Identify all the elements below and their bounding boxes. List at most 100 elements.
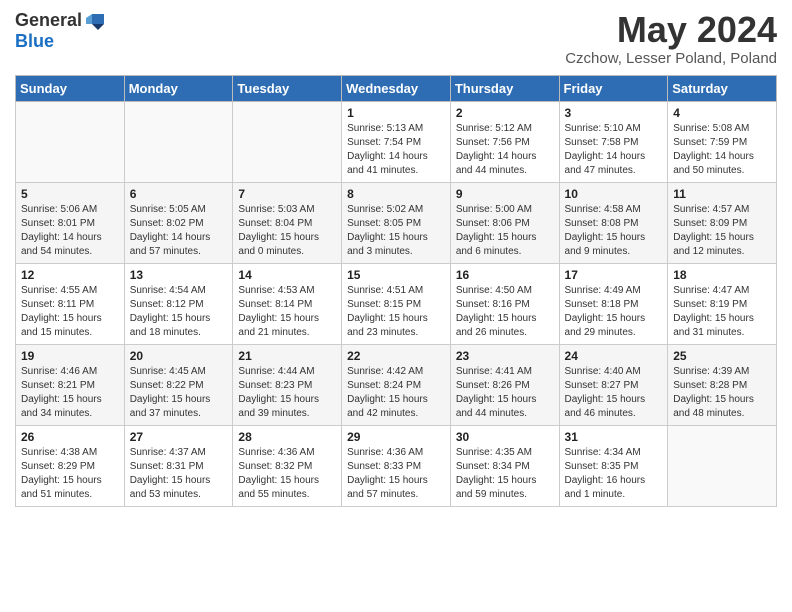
calendar-location: Czchow, Lesser Poland, Poland [565, 50, 777, 67]
day-info: Sunrise: 4:49 AMSunset: 8:18 PMDaylight:… [565, 285, 646, 338]
calendar-day-14: 14 Sunrise: 4:53 AMSunset: 8:14 PMDayligh… [233, 263, 342, 344]
calendar-day-29: 29Sunrise: 4:36 AMSunset: 8:33 PMDayligh… [342, 425, 451, 506]
day-info: Sunrise: 5:13 AMSunset: 7:54 PMDaylight:… [347, 123, 428, 176]
weekday-header-tuesday: Tuesday [233, 75, 342, 101]
calendar-day-13: 13Sunrise: 4:54 AMSunset: 8:12 PMDayligh… [124, 263, 233, 344]
day-info: Sunrise: 4:54 AMSunset: 8:12 PMDaylight:… [130, 285, 211, 338]
day-info: Sunrise: 5:00 AMSunset: 8:06 PMDaylight:… [456, 204, 537, 257]
day-number: 14 [238, 268, 336, 282]
calendar-day-26: 26Sunrise: 4:38 AMSunset: 8:29 PMDayligh… [16, 425, 125, 506]
day-number: 16 [456, 268, 554, 282]
day-number: 22 [347, 349, 445, 363]
calendar-day-15: 15Sunrise: 4:51 AMSunset: 8:15 PMDayligh… [342, 263, 451, 344]
day-info: Sunrise: 4:50 AMSunset: 8:16 PMDaylight:… [456, 285, 537, 338]
day-number: 19 [21, 349, 119, 363]
logo-blue-text: Blue [15, 32, 106, 52]
day-info: Sunrise: 4:42 AMSunset: 8:24 PMDaylight:… [347, 366, 428, 419]
day-info: Sunrise: 4:36 AMSunset: 8:32 PMDaylight:… [238, 447, 319, 500]
calendar-day-25: 25 Sunrise: 4:39 AMSunset: 8:28 PMDayligh… [668, 344, 777, 425]
calendar-day-2: 2Sunrise: 5:12 AMSunset: 7:56 PMDaylight… [450, 101, 559, 182]
calendar-empty-cell [16, 101, 125, 182]
day-info: Sunrise: 4:55 AMSunset: 8:11 PMDaylight:… [21, 285, 102, 338]
weekday-header-friday: Friday [559, 75, 668, 101]
day-number: 12 [21, 268, 119, 282]
day-info: Sunrise: 4:57 AMSunset: 8:09 PMDaylight:… [673, 204, 754, 257]
calendar-day-9: 9 Sunrise: 5:00 AMSunset: 8:06 PMDaylight… [450, 182, 559, 263]
calendar-day-17: 17 Sunrise: 4:49 AMSunset: 8:18 PMDayligh… [559, 263, 668, 344]
day-info: Sunrise: 5:12 AMSunset: 7:56 PMDaylight:… [456, 123, 537, 176]
day-info: Sunrise: 4:44 AMSunset: 8:23 PMDaylight:… [238, 366, 319, 419]
calendar-week-row: 12 Sunrise: 4:55 AMSunset: 8:11 PMDayligh… [16, 263, 777, 344]
calendar-day-20: 20 Sunrise: 4:45 AMSunset: 8:22 PMDayligh… [124, 344, 233, 425]
day-number: 9 [456, 187, 554, 201]
day-number: 25 [673, 349, 771, 363]
calendar-day-22: 22 Sunrise: 4:42 AMSunset: 8:24 PMDayligh… [342, 344, 451, 425]
calendar-day-5: 5 Sunrise: 5:06 AMSunset: 8:01 PMDaylight… [16, 182, 125, 263]
day-number: 30 [456, 430, 554, 444]
calendar-day-12: 12 Sunrise: 4:55 AMSunset: 8:11 PMDayligh… [16, 263, 125, 344]
calendar-day-30: 30Sunrise: 4:35 AMSunset: 8:34 PMDayligh… [450, 425, 559, 506]
day-info: Sunrise: 4:38 AMSunset: 8:29 PMDaylight:… [21, 447, 102, 500]
day-info: Sunrise: 4:36 AMSunset: 8:33 PMDaylight:… [347, 447, 428, 500]
day-info: Sunrise: 4:47 AMSunset: 8:19 PMDaylight:… [673, 285, 754, 338]
day-info: Sunrise: 4:37 AMSunset: 8:31 PMDaylight:… [130, 447, 211, 500]
day-info: Sunrise: 4:45 AMSunset: 8:22 PMDaylight:… [130, 366, 211, 419]
day-info: Sunrise: 4:53 AMSunset: 8:14 PMDaylight:… [238, 285, 319, 338]
calendar-empty-cell [233, 101, 342, 182]
day-info: Sunrise: 5:02 AMSunset: 8:05 PMDaylight:… [347, 204, 428, 257]
calendar-day-10: 10 Sunrise: 4:58 AMSunset: 8:08 PMDayligh… [559, 182, 668, 263]
calendar-day-18: 18 Sunrise: 4:47 AMSunset: 8:19 PMDayligh… [668, 263, 777, 344]
day-number: 10 [565, 187, 663, 201]
calendar-empty-cell [668, 425, 777, 506]
calendar-day-8: 8Sunrise: 5:02 AMSunset: 8:05 PMDaylight… [342, 182, 451, 263]
calendar-day-4: 4Sunrise: 5:08 AMSunset: 7:59 PMDaylight… [668, 101, 777, 182]
day-number: 15 [347, 268, 445, 282]
weekday-header-row: SundayMondayTuesdayWednesdayThursdayFrid… [16, 75, 777, 101]
day-info: Sunrise: 5:03 AMSunset: 8:04 PMDaylight:… [238, 204, 319, 257]
day-info: Sunrise: 5:05 AMSunset: 8:02 PMDaylight:… [130, 204, 211, 257]
weekday-header-saturday: Saturday [668, 75, 777, 101]
page-header: General Blue May 2024 Czchow, Lesser Pol… [15, 10, 777, 67]
day-number: 6 [130, 187, 228, 201]
calendar-week-row: 5 Sunrise: 5:06 AMSunset: 8:01 PMDaylight… [16, 182, 777, 263]
calendar-day-23: 23 Sunrise: 4:41 AMSunset: 8:26 PMDayligh… [450, 344, 559, 425]
day-info: Sunrise: 5:10 AMSunset: 7:58 PMDaylight:… [565, 123, 646, 176]
weekday-header-sunday: Sunday [16, 75, 125, 101]
calendar-title: May 2024 [565, 10, 777, 50]
calendar-week-row: 19Sunrise: 4:46 AMSunset: 8:21 PMDayligh… [16, 344, 777, 425]
day-number: 17 [565, 268, 663, 282]
calendar-day-3: 3 Sunrise: 5:10 AMSunset: 7:58 PMDaylight… [559, 101, 668, 182]
calendar-table: SundayMondayTuesdayWednesdayThursdayFrid… [15, 75, 777, 507]
day-number: 3 [565, 106, 663, 120]
logo: General Blue [15, 10, 106, 52]
day-number: 5 [21, 187, 119, 201]
day-number: 18 [673, 268, 771, 282]
calendar-day-11: 11Sunrise: 4:57 AMSunset: 8:09 PMDayligh… [668, 182, 777, 263]
day-info: Sunrise: 4:58 AMSunset: 8:08 PMDaylight:… [565, 204, 646, 257]
weekday-header-monday: Monday [124, 75, 233, 101]
day-info: Sunrise: 4:41 AMSunset: 8:26 PMDaylight:… [456, 366, 537, 419]
day-info: Sunrise: 4:40 AMSunset: 8:27 PMDaylight:… [565, 366, 646, 419]
calendar-day-31: 31 Sunrise: 4:34 AMSunset: 8:35 PMDayligh… [559, 425, 668, 506]
title-block: May 2024 Czchow, Lesser Poland, Poland [565, 10, 777, 67]
day-info: Sunrise: 4:34 AMSunset: 8:35 PMDaylight:… [565, 447, 646, 500]
day-info: Sunrise: 4:39 AMSunset: 8:28 PMDaylight:… [673, 366, 754, 419]
calendar-empty-cell [124, 101, 233, 182]
day-number: 20 [130, 349, 228, 363]
day-number: 23 [456, 349, 554, 363]
day-number: 21 [238, 349, 336, 363]
calendar-day-7: 7Sunrise: 5:03 AMSunset: 8:04 PMDaylight… [233, 182, 342, 263]
calendar-day-24: 24 Sunrise: 4:40 AMSunset: 8:27 PMDayligh… [559, 344, 668, 425]
calendar-day-28: 28 Sunrise: 4:36 AMSunset: 8:32 PMDayligh… [233, 425, 342, 506]
day-info: Sunrise: 5:06 AMSunset: 8:01 PMDaylight:… [21, 204, 102, 257]
weekday-header-wednesday: Wednesday [342, 75, 451, 101]
day-number: 27 [130, 430, 228, 444]
day-number: 1 [347, 106, 445, 120]
day-number: 24 [565, 349, 663, 363]
calendar-day-16: 16 Sunrise: 4:50 AMSunset: 8:16 PMDayligh… [450, 263, 559, 344]
calendar-week-row: 1 Sunrise: 5:13 AMSunset: 7:54 PMDaylight… [16, 101, 777, 182]
day-number: 31 [565, 430, 663, 444]
day-number: 28 [238, 430, 336, 444]
calendar-day-1: 1 Sunrise: 5:13 AMSunset: 7:54 PMDaylight… [342, 101, 451, 182]
logo-icon [84, 10, 106, 32]
